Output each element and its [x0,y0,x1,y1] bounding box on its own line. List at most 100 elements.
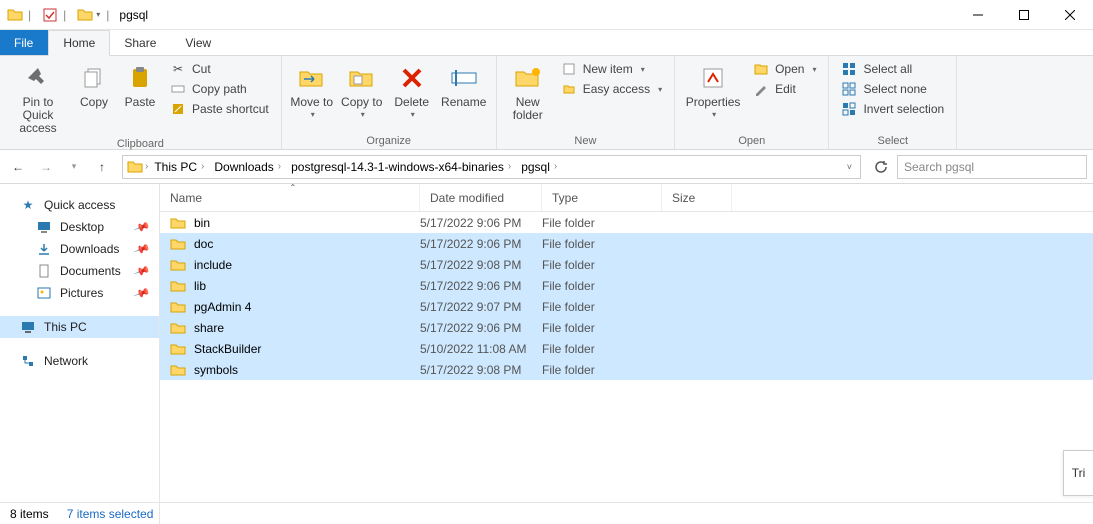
file-name: share [194,321,224,335]
table-row[interactable]: doc5/17/2022 9:06 PMFile folder [160,233,1093,254]
shortcut-icon [170,101,186,117]
edit-button[interactable]: Edit [749,80,820,98]
navigation-bar: ← → ▾ ↑ › This PC› Downloads› postgresql… [0,150,1093,184]
nav-documents[interactable]: Documents📌 [0,260,159,282]
nav-network[interactable]: Network [0,350,159,372]
new-folder-button[interactable]: New folder [505,60,551,122]
folder-icon [6,6,24,24]
open-button[interactable]: Open▾ [749,60,820,78]
column-type[interactable]: Type [542,184,662,211]
chevron-right-icon[interactable]: › [145,161,148,172]
nav-downloads[interactable]: Downloads📌 [0,238,159,260]
copy-button[interactable]: Copy [74,60,114,109]
group-clipboard: Pin to Quick access Copy Paste ✂Cut Copy… [0,56,282,149]
select-all-button[interactable]: Select all [837,60,948,78]
address-bar[interactable]: › This PC› Downloads› postgresql-14.3-1-… [122,155,861,179]
select-none-button[interactable]: Select none [837,80,948,98]
address-dropdown-icon[interactable]: ˅ [843,162,856,172]
table-row[interactable]: symbols5/17/2022 9:08 PMFile folder [160,359,1093,380]
file-name: StackBuilder [194,342,261,356]
file-type: File folder [542,237,662,251]
pin-icon: 📌 [133,284,151,302]
delete-x-icon [396,62,428,94]
breadcrumb[interactable]: This PC› [150,160,208,174]
delete-button[interactable]: Delete▾ [390,60,434,120]
chevron-right-icon[interactable]: › [554,161,557,172]
column-name[interactable]: Name⌃ [160,184,420,211]
table-row[interactable]: lib5/17/2022 9:06 PMFile folder [160,275,1093,296]
desktop-icon [36,219,52,235]
file-date: 5/10/2022 11:08 AM [420,342,542,356]
paste-icon [124,62,156,94]
copy-path-button[interactable]: Copy path [166,80,273,98]
up-button[interactable]: ↑ [90,155,114,179]
file-date: 5/17/2022 9:06 PM [420,216,542,230]
tab-share[interactable]: Share [110,30,171,55]
forward-button[interactable]: → [34,155,58,179]
column-date[interactable]: Date modified [420,184,542,211]
cut-button[interactable]: ✂Cut [166,60,273,78]
table-row[interactable]: share5/17/2022 9:06 PMFile folder [160,317,1093,338]
file-name: bin [194,216,210,230]
folder-icon [127,159,143,175]
pin-to-quick-access-button[interactable]: Pin to Quick access [8,60,68,136]
chevron-down-icon: ▾ [311,111,315,120]
chevron-right-icon[interactable]: › [278,161,281,172]
tab-home[interactable]: Home [48,30,110,56]
minimize-button[interactable] [955,0,1001,30]
nav-desktop[interactable]: Desktop📌 [0,216,159,238]
properties-icon [697,62,729,94]
invert-selection-button[interactable]: Invert selection [837,100,948,118]
properties-button[interactable]: Properties▾ [683,60,743,120]
close-button[interactable] [1047,0,1093,30]
file-date: 5/17/2022 9:08 PM [420,363,542,377]
table-row[interactable]: include5/17/2022 9:08 PMFile folder [160,254,1093,275]
column-size[interactable]: Size [662,184,732,211]
qat-dropdown-icon[interactable]: ▾ [96,10,100,19]
back-button[interactable]: ← [6,155,30,179]
chevron-down-icon: ▾ [641,65,645,74]
paste-shortcut-button[interactable]: Paste shortcut [166,100,273,118]
file-date: 5/17/2022 9:06 PM [420,321,542,335]
group-label: Open [683,133,820,147]
search-input[interactable]: Search pgsql [897,155,1087,179]
maximize-button[interactable] [1001,0,1047,30]
file-name: lib [194,279,206,293]
file-list: Name⌃ Date modified Type Size bin 5/17/20… [160,184,1093,524]
chevron-right-icon[interactable]: › [201,161,204,172]
rename-button[interactable]: Rename [440,60,488,109]
file-name: symbols [194,363,238,377]
chevron-right-icon[interactable]: › [508,161,511,172]
nav-this-pc[interactable]: This PC [0,316,159,338]
breadcrumb[interactable]: postgresql-14.3-1-windows-x64-binaries› [287,160,515,174]
refresh-button[interactable] [869,156,893,178]
this-pc-icon [20,319,36,335]
group-label: Select [837,133,948,147]
nav-pictures[interactable]: Pictures📌 [0,282,159,304]
recent-locations-button[interactable]: ▾ [62,155,86,179]
move-to-button[interactable]: Move to▾ [290,60,334,120]
paste-button[interactable]: Paste [120,60,160,109]
breadcrumb[interactable]: pgsql› [517,160,561,174]
separator: | [106,8,109,22]
breadcrumb[interactable]: Downloads› [210,160,285,174]
title-folder-icon [76,6,94,24]
qat-checkbox-icon[interactable] [41,6,59,24]
open-folder-icon [753,61,769,77]
nav-quick-access[interactable]: ★Quick access [0,194,159,216]
copy-to-button[interactable]: Copy to▾ [340,60,384,120]
file-type: File folder [542,342,662,356]
group-new: New folder New item▾ Easy access▾ New [497,56,675,149]
tab-file[interactable]: File [0,30,48,55]
new-item-icon [561,61,577,77]
table-row[interactable]: bin 5/17/2022 9:06 PMFile folder [160,212,1093,233]
new-item-button[interactable]: New item▾ [557,60,666,78]
folder-icon [170,341,186,357]
table-row[interactable]: pgAdmin 45/17/2022 9:07 PMFile folder [160,296,1093,317]
table-row[interactable]: StackBuilder 5/10/2022 11:08 AMFile folde… [160,338,1093,359]
easy-access-button[interactable]: Easy access▾ [557,80,666,98]
tab-view[interactable]: View [171,30,226,55]
status-bar: 8 items 7 items selected [0,502,1093,524]
side-panel-tab[interactable]: Tri [1063,450,1093,496]
file-type: File folder [542,216,662,230]
